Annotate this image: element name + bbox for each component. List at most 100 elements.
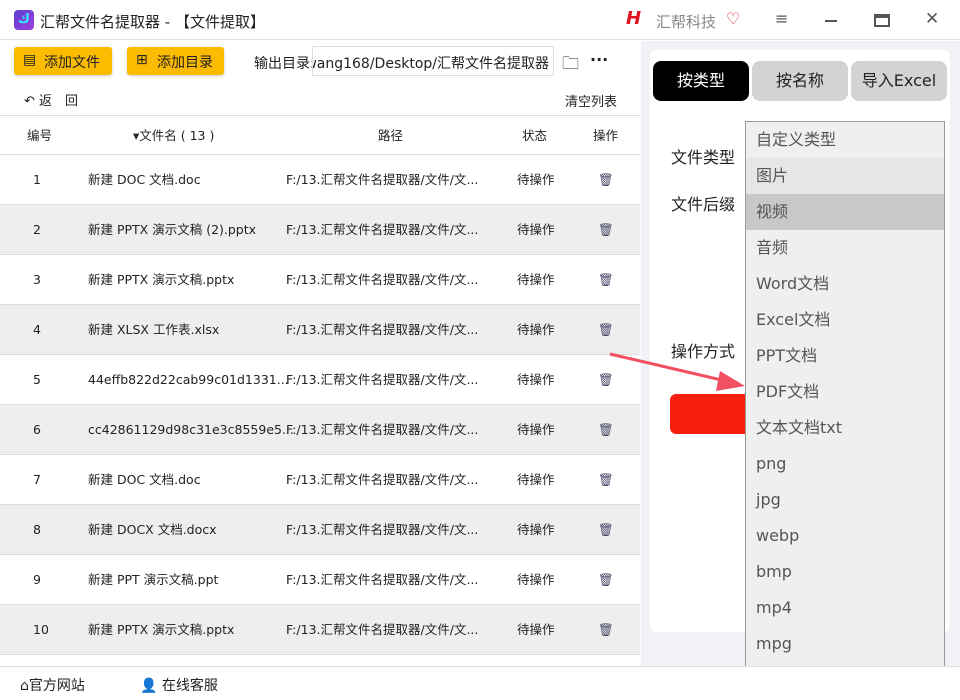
online-support-label: 在线客服: [161, 678, 218, 694]
undo-icon: ↶: [24, 94, 40, 109]
table-row[interactable]: 10 新建 PPTX 演示文稿.pptx F:/13.汇帮文件名提取器/文件/文..…: [0, 605, 640, 655]
row-filename: 新建 PPT 演示文稿.ppt: [88, 572, 219, 587]
table-row[interactable]: 8 新建 DOCX 文档.docx F:/13.汇帮文件名提取器/文件/文... 待操…: [0, 505, 640, 555]
dropdown-option[interactable]: png: [746, 446, 944, 482]
row-number: 9: [33, 572, 41, 587]
row-filename: 新建 PPTX 演示文稿.pptx: [88, 622, 235, 637]
table-row[interactable]: 2 新建 PPTX 演示文稿 (2).pptx F:/13.汇帮文件名提取器/文件/…: [0, 205, 640, 255]
dropdown-option[interactable]: Excel文档: [746, 302, 944, 338]
back-button[interactable]: ↶ 返 回: [24, 90, 78, 109]
vip-heart-icon[interactable]: ♡: [726, 9, 740, 28]
row-filename: 44effb822d22cab99c01d1331...: [88, 372, 289, 387]
row-status: 待操作: [517, 422, 555, 437]
delete-icon[interactable]: 🗑: [598, 605, 614, 655]
tab-by-name[interactable]: 按名称: [752, 61, 848, 101]
row-number: 10: [33, 622, 49, 637]
file-type-label: 文件类型: [671, 148, 736, 167]
row-path: F:/13.汇帮文件名提取器/文件/文...: [286, 272, 479, 287]
support-agent-icon: 👤: [140, 678, 162, 694]
window-title: 汇帮文件名提取器 - 【文件提取】: [40, 13, 265, 31]
col-filename[interactable]: ▾文件名 ( 13 ): [133, 116, 214, 156]
add-dir-button[interactable]: ⊞ 添加目录: [127, 47, 224, 75]
file-type-dropdown[interactable]: 自定义类型 图片 视频 音频 Word文档 Excel文档 PPT文档 PDF文档 文本文档tx…: [745, 121, 945, 698]
row-number: 3: [33, 272, 41, 287]
dropdown-option[interactable]: mp4: [746, 590, 944, 626]
table-row[interactable]: 7 新建 DOC 文档.doc F:/13.汇帮文件名提取器/文件/文... 待操作 🗑: [0, 455, 640, 505]
table-row[interactable]: 3 新建 PPTX 演示文稿.pptx F:/13.汇帮文件名提取器/文件/文...…: [0, 255, 640, 305]
row-number: 7: [33, 472, 41, 487]
delete-icon[interactable]: 🗑: [598, 405, 614, 455]
home-icon: ⌂: [20, 678, 29, 694]
app-logo-icon: ك: [14, 10, 34, 30]
table-row[interactable]: 1 新建 DOC 文档.doc F:/13.汇帮文件名提取器/文件/文... 待操作 🗑: [0, 155, 640, 205]
delete-icon[interactable]: 🗑: [598, 205, 614, 255]
dropdown-option[interactable]: bmp: [746, 554, 944, 590]
col-number: 编号: [27, 128, 53, 143]
row-filename: 新建 DOC 文档.doc: [88, 472, 201, 487]
tab-import-excel[interactable]: 导入Excel: [851, 61, 947, 101]
delete-icon[interactable]: 🗑: [598, 455, 614, 505]
table-row[interactable]: 6 cc42861129d98c31e3c8559e5... F:/13.汇帮文件名…: [0, 405, 640, 455]
col-status: 状态: [522, 128, 548, 143]
row-filename: 新建 PPTX 演示文稿.pptx: [88, 272, 235, 287]
dropdown-option[interactable]: PDF文档: [746, 374, 944, 410]
row-filename: cc42861129d98c31e3c8559e5...: [88, 422, 294, 437]
dropdown-option[interactable]: 图片: [746, 158, 944, 194]
folder-open-icon[interactable]: 🗀: [562, 51, 579, 80]
dropdown-option[interactable]: Word文档: [746, 266, 944, 302]
more-icon[interactable]: ···: [590, 50, 608, 69]
row-path: F:/13.汇帮文件名提取器/文件/文...: [286, 422, 479, 437]
official-site-label: 官方网站: [28, 678, 85, 694]
dropdown-option[interactable]: 音频: [746, 230, 944, 266]
tab-by-type[interactable]: 按类型: [653, 61, 749, 101]
output-dir-input[interactable]: C:/Users/wang168/Desktop/汇帮文件名提取器: [312, 46, 554, 76]
close-button[interactable]: ✕: [925, 9, 939, 29]
row-path: F:/13.汇帮文件名提取器/文件/文...: [286, 572, 479, 587]
row-filename: 新建 DOC 文档.doc: [88, 172, 201, 187]
table-row[interactable]: 9 新建 PPT 演示文稿.ppt F:/13.汇帮文件名提取器/文件/文... 待操…: [0, 555, 640, 605]
row-status: 待操作: [517, 322, 555, 337]
menu-icon[interactable]: ≡: [775, 9, 788, 28]
delete-icon[interactable]: 🗑: [598, 255, 614, 305]
row-status: 待操作: [517, 472, 555, 487]
row-status: 待操作: [517, 622, 555, 637]
brand-logo-icon: H: [626, 8, 642, 29]
delete-icon[interactable]: 🗑: [598, 155, 614, 205]
row-status: 待操作: [517, 272, 555, 287]
row-filename: 新建 XLSX 工作表.xlsx: [88, 322, 220, 337]
add-file-button[interactable]: ▤ 添加文件: [14, 47, 112, 75]
table-row[interactable]: 4 新建 XLSX 工作表.xlsx F:/13.汇帮文件名提取器/文件/文... 待…: [0, 305, 640, 355]
folder-add-icon: ⊞: [136, 52, 148, 68]
back-label: 返 回: [39, 94, 79, 109]
dropdown-option[interactable]: 文本文档txt: [746, 410, 944, 446]
output-dir-value: C:/Users/wang168/Desktop/汇帮文件名提取器: [313, 56, 549, 72]
dropdown-option[interactable]: mpg: [746, 626, 944, 662]
dropdown-option[interactable]: jpg: [746, 482, 944, 518]
dropdown-option[interactable]: PPT文档: [746, 338, 944, 374]
minimize-button[interactable]: [825, 20, 837, 22]
delete-icon[interactable]: 🗑: [598, 555, 614, 605]
delete-icon[interactable]: 🗑: [598, 505, 614, 555]
dropdown-option[interactable]: 自定义类型: [746, 122, 944, 158]
file-suffix-label: 文件后缀: [671, 195, 736, 214]
maximize-button[interactable]: [874, 14, 890, 27]
row-number: 6: [33, 422, 41, 437]
official-site-link[interactable]: ⌂官方网站: [20, 675, 85, 695]
row-filename: 新建 PPTX 演示文稿 (2).pptx: [88, 222, 257, 237]
online-support-link[interactable]: 👤 在线客服: [140, 675, 218, 695]
clear-list-button[interactable]: 清空列表: [565, 91, 617, 110]
row-status: 待操作: [517, 522, 555, 537]
dropdown-option[interactable]: webp: [746, 518, 944, 554]
row-status: 待操作: [517, 222, 555, 237]
annotation-arrow: [609, 352, 745, 391]
table-row[interactable]: 5 44effb822d22cab99c01d1331... F:/13.汇帮文件名…: [0, 355, 640, 405]
brand-name[interactable]: 汇帮科技: [656, 11, 716, 32]
row-path: F:/13.汇帮文件名提取器/文件/文...: [286, 172, 479, 187]
add-file-label: 添加文件: [44, 55, 100, 71]
row-number: 5: [33, 372, 41, 387]
row-number: 1: [33, 172, 41, 187]
file-add-icon: ▤: [23, 52, 37, 68]
dropdown-option[interactable]: 视频: [746, 194, 944, 230]
row-path: F:/13.汇帮文件名提取器/文件/文...: [286, 222, 479, 237]
row-number: 8: [33, 522, 41, 537]
